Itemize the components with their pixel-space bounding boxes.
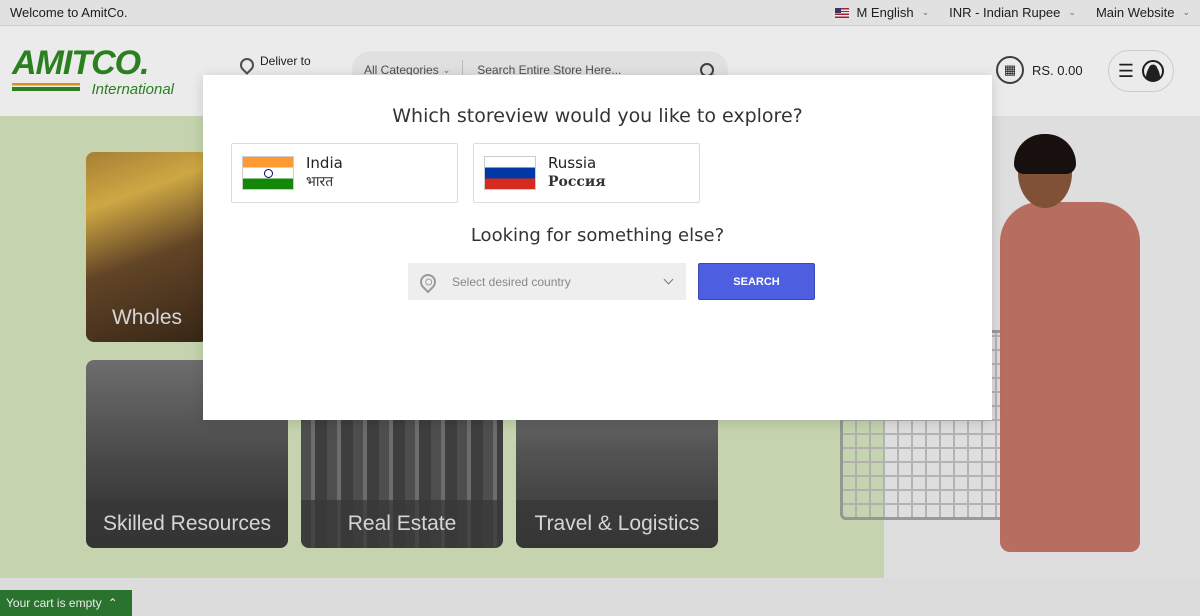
country-select-placeholder: Select desired country [452, 274, 571, 289]
russia-flag-icon [484, 156, 536, 190]
search-button[interactable]: SEARCH [698, 263, 815, 300]
modal-title: Which storeview would you like to explor… [392, 105, 803, 127]
chevron-down-icon [663, 274, 674, 285]
store-option-text: Russia Россия [548, 154, 606, 192]
ashoka-chakra [264, 169, 273, 178]
store-option-text: India भारत [306, 154, 343, 192]
store-native-name: Россия [548, 174, 606, 190]
location-pin-icon [416, 270, 440, 293]
modal-subtitle: Looking for something else? [470, 225, 725, 246]
country-select[interactable]: Select desired country [408, 263, 686, 300]
store-option-russia[interactable]: Russia Россия [473, 143, 700, 203]
store-native-name: भारत [306, 174, 334, 190]
store-name: India [306, 154, 343, 172]
store-name: Russia [548, 154, 597, 172]
india-flag-icon [242, 156, 294, 190]
store-option-india[interactable]: India भारत [231, 143, 458, 203]
storeview-modal: Which storeview would you like to explor… [203, 75, 992, 420]
